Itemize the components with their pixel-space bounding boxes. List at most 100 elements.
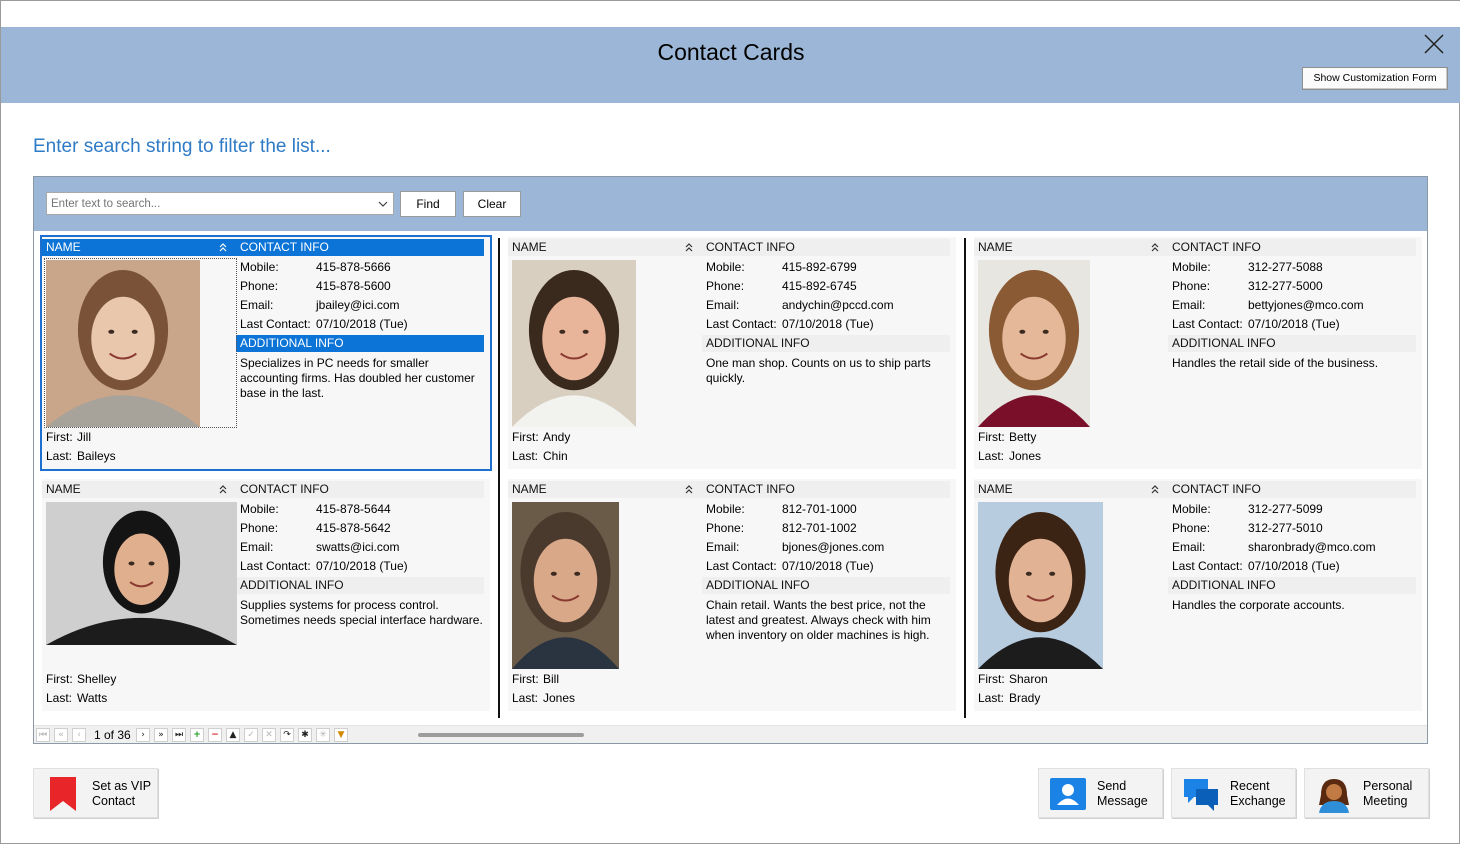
mobile-label: Mobile: — [1172, 260, 1211, 274]
personal-meeting-button[interactable]: Personal Meeting — [1304, 768, 1429, 818]
search-input[interactable] — [47, 193, 372, 214]
last-contact-value[interactable]: 07/10/2018 (Tue) — [782, 315, 874, 334]
contact-card[interactable]: NAME CONTACT INFO ADDITIONAL INFO Mobile: 31… — [974, 237, 1422, 469]
horizontal-scrollbar[interactable] — [418, 733, 584, 737]
email-value[interactable]: andychin@pccd.com — [782, 296, 894, 315]
cancel-changes-icon[interactable]: ✕ — [262, 728, 276, 742]
first-name-label: First: — [512, 672, 539, 686]
collapse-chevron-icon[interactable] — [684, 484, 694, 495]
phone-value[interactable]: 312-277-5010 — [1248, 519, 1323, 538]
email-value[interactable]: bettyjones@mco.com — [1248, 296, 1364, 315]
mobile-value[interactable]: 415-878-5644 — [316, 500, 391, 519]
set-vip-button[interactable]: Set as VIP Contact — [33, 768, 158, 818]
mobile-label: Mobile: — [706, 260, 745, 274]
collapse-chevron-icon[interactable] — [1150, 242, 1160, 253]
phone-value[interactable]: 415-892-6745 — [782, 277, 857, 296]
email-value[interactable]: swatts@ici.com — [316, 538, 400, 557]
contact-card[interactable]: NAME CONTACT INFO ADDITIONAL INFO Mobile: 41… — [42, 479, 490, 711]
first-name-value[interactable]: Betty — [1009, 428, 1036, 447]
phone-value[interactable]: 415-878-5600 — [316, 277, 391, 296]
clear-button[interactable]: Clear — [463, 191, 521, 217]
send-message-button[interactable]: Send Message — [1038, 768, 1163, 818]
edit-record-icon[interactable]: ▲ — [226, 728, 240, 742]
remove-record-icon[interactable]: − — [208, 728, 222, 742]
show-customization-button[interactable]: Show Customization Form — [1302, 67, 1448, 90]
last-contact-value[interactable]: 07/10/2018 (Tue) — [782, 557, 874, 576]
first-name-label: First: — [978, 672, 1005, 686]
email-value[interactable]: sharonbrady@mco.com — [1248, 538, 1376, 557]
last-contact-value[interactable]: 07/10/2018 (Tue) — [1248, 315, 1340, 334]
last-contact-value[interactable]: 07/10/2018 (Tue) — [316, 557, 408, 576]
cards-grid: Find Clear NAME CONTACT INFO ADDITIONAL IN… — [33, 176, 1428, 744]
email-value[interactable]: bjones@jones.com — [782, 538, 884, 557]
first-name-value[interactable]: Andy — [543, 428, 570, 447]
search-combobox[interactable] — [46, 192, 394, 215]
add-record-icon[interactable]: + — [190, 728, 204, 742]
last-name-value[interactable]: Brady — [1009, 689, 1040, 708]
last-contact-label: Last Contact: — [240, 559, 311, 573]
last-name-value[interactable]: Jones — [1009, 447, 1041, 466]
first-name-value[interactable]: Bill — [543, 670, 559, 689]
name-header-label: NAME — [46, 482, 81, 496]
first-page-icon[interactable]: ⏮ — [36, 728, 50, 742]
email-label: Email: — [240, 298, 274, 312]
last-name-value[interactable]: Jones — [543, 689, 575, 708]
contact-card[interactable]: NAME CONTACT INFO ADDITIONAL INFO Mobile: 81… — [508, 479, 956, 711]
goto-bookmark-icon[interactable]: ✳ — [316, 728, 330, 742]
last-contact-label: Last Contact: — [240, 317, 311, 331]
filter-icon[interactable]: ▼ — [334, 728, 348, 742]
previous-page-icon[interactable]: « — [54, 728, 68, 742]
next-page-icon[interactable]: » — [154, 728, 168, 742]
chevron-down-icon[interactable] — [376, 197, 390, 211]
first-name-value[interactable]: Sharon — [1009, 670, 1048, 689]
additional-info-header: ADDITIONAL INFO — [236, 577, 484, 594]
email-value[interactable]: jbailey@ici.com — [316, 296, 400, 315]
last-contact-value[interactable]: 07/10/2018 (Tue) — [316, 315, 408, 334]
recent-exchange-button[interactable]: Recent Exchange — [1171, 768, 1296, 818]
first-name-label: First: — [512, 430, 539, 444]
next-record-icon[interactable]: › — [136, 728, 150, 742]
phone-label: Phone: — [1172, 279, 1211, 293]
refresh-icon[interactable]: ↷ — [280, 728, 294, 742]
apply-changes-icon[interactable]: ✓ — [244, 728, 258, 742]
contact-info-header: CONTACT INFO — [702, 481, 950, 498]
collapse-chevron-icon[interactable] — [684, 242, 694, 253]
last-name-label: Last: — [512, 449, 539, 463]
phone-value[interactable]: 415-878-5642 — [316, 519, 391, 538]
contact-card[interactable]: NAME CONTACT INFO ADDITIONAL INFO Mobile: 41… — [508, 237, 956, 469]
collapse-chevron-icon[interactable] — [1150, 484, 1160, 495]
contact-cards-window: Contact Cards Show Customization Form En… — [0, 0, 1460, 844]
first-name-label: First: — [46, 672, 73, 686]
last-name-value[interactable]: Chin — [543, 447, 568, 466]
first-name-label: First: — [978, 430, 1005, 444]
contact-card[interactable]: NAME CONTACT INFO ADDITIONAL INFO Mobile: 31… — [974, 479, 1422, 711]
previous-record-icon[interactable]: ‹ — [72, 728, 86, 742]
mobile-label: Mobile: — [240, 502, 279, 516]
contact-info-header: CONTACT INFO — [236, 239, 484, 256]
phone-value[interactable]: 812-701-1002 — [782, 519, 857, 538]
mobile-value[interactable]: 415-892-6799 — [782, 258, 857, 277]
bookmark-icon[interactable]: ✱ — [298, 728, 312, 742]
collapse-chevron-icon[interactable] — [218, 484, 228, 495]
last-contact-label: Last Contact: — [706, 317, 777, 331]
name-header: NAME — [42, 239, 236, 256]
find-button[interactable]: Find — [400, 191, 456, 217]
first-name-value[interactable]: Shelley — [77, 670, 116, 689]
last-name-value[interactable]: Watts — [77, 689, 107, 708]
last-contact-value[interactable]: 07/10/2018 (Tue) — [1248, 557, 1340, 576]
mobile-value[interactable]: 312-277-5099 — [1248, 500, 1323, 519]
send-message-label: Send Message — [1097, 779, 1148, 808]
last-name-value[interactable]: Baileys — [77, 447, 116, 466]
email-label: Email: — [240, 540, 274, 554]
phone-value[interactable]: 312-277-5000 — [1248, 277, 1323, 296]
additional-info-text: Supplies systems for process control. So… — [240, 598, 483, 627]
set-vip-label: Set as VIP Contact — [92, 779, 151, 808]
last-page-icon[interactable]: ⏭ — [172, 728, 186, 742]
close-icon[interactable] — [1421, 31, 1447, 57]
mobile-value[interactable]: 812-701-1000 — [782, 500, 857, 519]
mobile-value[interactable]: 312-277-5088 — [1248, 258, 1323, 277]
contact-card[interactable]: NAME CONTACT INFO ADDITIONAL INFO Mobile: 41… — [40, 235, 492, 471]
mobile-value[interactable]: 415-878-5666 — [316, 258, 391, 277]
first-name-value[interactable]: Jill — [77, 428, 91, 447]
collapse-chevron-icon[interactable] — [218, 242, 228, 253]
